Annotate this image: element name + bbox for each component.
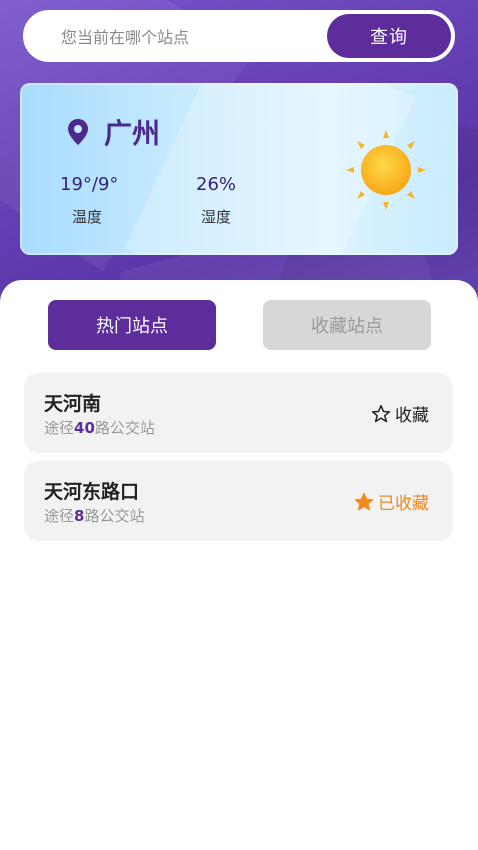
humidity-value: 26% <box>196 174 237 195</box>
location-pin-icon <box>68 119 88 145</box>
search-bar: 查询 <box>23 10 455 62</box>
station-card[interactable]: 天河东路口 途径8路公交站 已收藏 <box>24 461 453 541</box>
station-route-info: 途径40路公交站 <box>44 417 155 438</box>
star-outline-icon <box>371 404 391 422</box>
star-filled-icon <box>354 492 374 510</box>
station-route-info: 途径8路公交站 <box>44 505 144 526</box>
tab-saved-stations[interactable]: 收藏站点 <box>263 300 431 350</box>
station-name: 天河东路口 <box>44 481 140 503</box>
favorite-label: 已收藏 <box>378 494 429 514</box>
route-suffix: 路公交站 <box>84 507 145 525</box>
route-count: 40 <box>74 419 95 437</box>
search-button[interactable]: 查询 <box>327 14 451 58</box>
tab-hot-stations[interactable]: 热门站点 <box>48 300 216 350</box>
route-prefix: 途径 <box>44 507 75 525</box>
temperature-label: 温度 <box>72 208 103 226</box>
favorite-button[interactable]: 已收藏 <box>354 489 429 514</box>
route-count: 8 <box>74 507 85 525</box>
route-suffix: 路公交站 <box>94 419 155 437</box>
route-prefix: 途径 <box>44 419 75 437</box>
temperature-value: 19°/9° <box>60 174 119 195</box>
station-card[interactable]: 天河南 途径40路公交站 收藏 <box>24 373 453 453</box>
sun-icon <box>346 130 426 210</box>
city-name: 广州 <box>104 117 161 150</box>
favorite-button[interactable]: 收藏 <box>371 401 429 426</box>
search-input[interactable] <box>25 12 363 60</box>
content-panel <box>0 280 478 850</box>
humidity-label: 湿度 <box>201 208 232 226</box>
favorite-label: 收藏 <box>395 406 429 426</box>
station-name: 天河南 <box>44 393 102 415</box>
